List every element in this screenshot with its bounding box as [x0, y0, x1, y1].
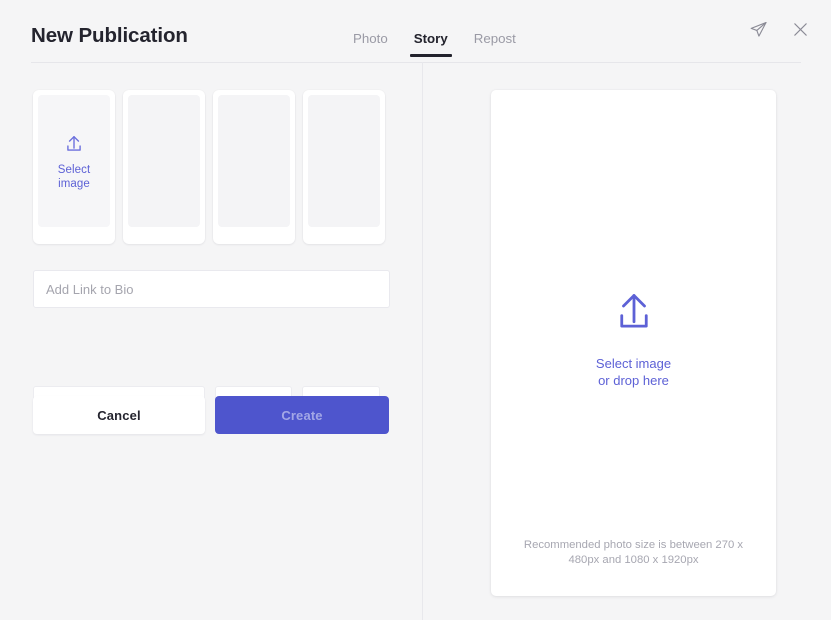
thumbnail-label-line2: image [58, 178, 90, 190]
action-buttons: Cancel Create [33, 396, 389, 434]
thumbnail-label-line1: Select [57, 164, 91, 176]
tab-photo[interactable]: Photo [340, 31, 401, 57]
tab-photo-label: Photo [353, 31, 388, 46]
close-button[interactable] [787, 16, 813, 42]
preview-card: Select image or drop here Recommended ph… [491, 90, 776, 596]
thumbnail-slot-4[interactable] [303, 90, 385, 244]
drop-zone[interactable]: Select image or drop here [491, 285, 776, 389]
send-icon [750, 21, 767, 37]
modal-header: New Publication Photo Story Repost [0, 0, 831, 63]
thumbnail-slot-3[interactable] [213, 90, 295, 244]
thumbnail-slot-4-inner [308, 95, 380, 227]
size-hint: Recommended photo size is between 270 x … [513, 538, 754, 568]
tab-repost[interactable]: Repost [461, 31, 529, 57]
tab-story[interactable]: Story [401, 31, 461, 57]
thumbnail-slot-1-label: Select image [58, 163, 91, 191]
form-pane: Select image Add Link to Bio Cancel Crea… [0, 62, 422, 620]
thumbnail-slot-2[interactable] [123, 90, 205, 244]
header-actions [745, 16, 813, 42]
upload-icon [619, 294, 648, 328]
tab-repost-label: Repost [473, 31, 516, 46]
thumbnail-slot-1[interactable]: Select image [33, 90, 115, 244]
thumbnail-slot-3-inner [218, 95, 290, 227]
send-button[interactable] [745, 16, 771, 42]
link-to-bio-input[interactable] [46, 281, 377, 297]
drop-zone-line1: Select image [595, 356, 672, 371]
close-icon [793, 22, 807, 36]
thumbnail-slot-2-inner [128, 95, 200, 227]
tab-story-label: Story [413, 31, 448, 46]
size-hint-line2: and 1080 x 1920px [602, 554, 699, 566]
page-title: New Publication [31, 24, 188, 47]
link-to-bio-field[interactable] [33, 270, 390, 308]
upload-icon [67, 135, 81, 151]
new-publication-modal: New Publication Photo Story Repost Selec… [0, 0, 831, 620]
preview-pane: Select image or drop here Recommended ph… [423, 62, 831, 620]
drop-zone-line2: or drop here [598, 373, 669, 388]
thumbnail-slot-1-inner: Select image [38, 95, 110, 227]
cancel-button[interactable]: Cancel [33, 396, 205, 434]
create-button[interactable]: Create [215, 396, 389, 434]
drop-zone-label: Select image or drop here [596, 355, 671, 389]
thumbnail-strip: Select image [33, 90, 385, 244]
tab-bar: Photo Story Repost [340, 31, 529, 57]
